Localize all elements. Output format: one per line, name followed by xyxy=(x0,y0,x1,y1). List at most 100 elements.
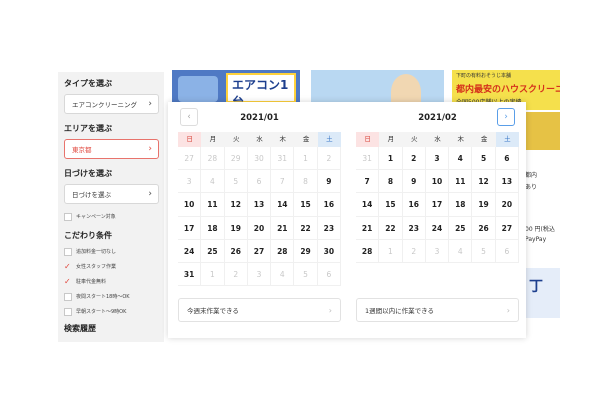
type-select-value: エアコンクリーニング xyxy=(72,101,137,109)
date-select[interactable]: 日づけを選ぶ › xyxy=(64,184,159,204)
condition-row[interactable]: ✓ 駐車代金無料 xyxy=(64,276,159,287)
calendar-day[interactable]: 20 xyxy=(495,193,519,217)
calendar-day[interactable]: 28 xyxy=(356,239,380,263)
calendar-day-disabled: 6 xyxy=(317,262,341,287)
calendar-day[interactable]: 26 xyxy=(224,239,248,263)
calendar-day[interactable]: 27 xyxy=(495,216,519,240)
calendar-day-disabled: 6 xyxy=(495,239,519,263)
calendar-day[interactable]: 17 xyxy=(425,193,450,217)
condition-row[interactable]: 追加料金一切なし xyxy=(64,246,159,257)
banner-main-text: 都内最安のハウスクリーニ xyxy=(456,85,560,95)
calendar-day[interactable]: 9 xyxy=(317,170,341,194)
calendar-day[interactable]: 12 xyxy=(224,193,248,217)
calendar-day[interactable]: 3 xyxy=(425,147,450,171)
calendar-day[interactable]: 19 xyxy=(472,193,496,217)
area-select[interactable]: 東京都 › xyxy=(64,139,159,159)
chevron-right-icon: › xyxy=(328,305,332,315)
condition-checkbox[interactable] xyxy=(64,292,72,301)
listing-image-2[interactable]: 丁 xyxy=(525,268,560,318)
calendar-day[interactable]: 18 xyxy=(449,193,473,217)
calendar-day[interactable]: 8 xyxy=(379,170,403,194)
calendar-day[interactable]: 31 xyxy=(178,262,202,287)
calendar-day[interactable]: 22 xyxy=(294,216,318,240)
calendar-day[interactable]: 13 xyxy=(495,170,519,194)
calendar-day-disabled: 27 xyxy=(178,147,202,171)
date-picker-popup: ‹ › 2021/01 2021/02 日月火水木金土 27 28 29 30 31 1 2… xyxy=(168,102,526,338)
calendar-day[interactable]: 15 xyxy=(294,193,318,217)
calendar-day-disabled: 31 xyxy=(271,147,295,171)
campaign-checkbox[interactable] xyxy=(64,212,72,221)
calendar-grid: 31 1 2 3 4 5 6 7 8 9 10 11 12 13 14 15 16 17 18 19 20 21 22 23 2… xyxy=(356,147,519,263)
calendar-day[interactable]: 14 xyxy=(356,193,380,217)
calendar-day[interactable]: 25 xyxy=(449,216,473,240)
calendar-day[interactable]: 16 xyxy=(402,193,426,217)
calendar-day[interactable]: 23 xyxy=(317,216,341,240)
calendar-day[interactable]: 23 xyxy=(402,216,426,240)
checkmark-icon[interactable]: ✓ xyxy=(64,262,72,271)
condition-row[interactable]: 夜間スタート18時～OK xyxy=(64,291,159,302)
calendar-day[interactable]: 24 xyxy=(425,216,450,240)
calendar-day[interactable]: 24 xyxy=(178,239,202,263)
campaign-label: キャンペーン対象 xyxy=(76,214,116,220)
weekday-label: 水 xyxy=(247,132,272,147)
weekend-work-button[interactable]: 今週末作業できる › xyxy=(178,298,341,322)
condition-label: 駐車代金無料 xyxy=(76,279,107,285)
campaign-checkbox-row[interactable]: キャンペーン対象 xyxy=(64,211,159,222)
listing-image[interactable] xyxy=(525,112,560,150)
calendar-day-disabled: 1 xyxy=(379,239,403,263)
weekday-header: 日月火水木金土 xyxy=(356,132,519,147)
calendar-day[interactable]: 13 xyxy=(247,193,272,217)
calendar-day[interactable]: 25 xyxy=(201,239,225,263)
search-sidebar: タイプを選ぶ エアコンクリーニング › エリアを選ぶ 東京都 › 日づけを選ぶ … xyxy=(58,72,164,342)
condition-label: 女性スタッフ作業 xyxy=(76,264,117,270)
calendar-day-disabled: 4 xyxy=(271,262,295,287)
calendar-day[interactable]: 22 xyxy=(379,216,403,240)
calendar-day-disabled: 28 xyxy=(201,147,225,171)
calendar-day[interactable]: 27 xyxy=(247,239,272,263)
calendar-day[interactable]: 11 xyxy=(449,170,473,194)
calendar-month-right: 日月火水木金土 31 1 2 3 4 5 6 7 8 9 10 11 12 13 14 15 16 17 18 19 2… xyxy=(356,132,519,263)
calendar-day[interactable]: 5 xyxy=(472,147,496,171)
calendar-day[interactable]: 7 xyxy=(356,170,380,194)
calendar-day[interactable]: 11 xyxy=(201,193,225,217)
calendar-day[interactable]: 28 xyxy=(271,239,295,263)
calendar-day[interactable]: 19 xyxy=(224,216,248,240)
calendar-day[interactable]: 18 xyxy=(201,216,225,240)
calendar-day[interactable]: 12 xyxy=(472,170,496,194)
calendar-day[interactable]: 16 xyxy=(317,193,341,217)
calendar-day[interactable]: 29 xyxy=(294,239,318,263)
calendar-day[interactable]: 21 xyxy=(271,216,295,240)
calendar-day[interactable]: 14 xyxy=(271,193,295,217)
weekday-label: 火 xyxy=(402,132,426,147)
calendar-grid: 27 28 29 30 31 1 2 3 4 5 6 7 8 9 10 11 12 13 14 15 16 17 18 19 2… xyxy=(178,147,341,287)
condition-row[interactable]: 早朝スタート～9時OK xyxy=(64,306,159,317)
calendar-day[interactable]: 9 xyxy=(402,170,426,194)
checkmark-icon[interactable]: ✓ xyxy=(64,277,72,286)
listing-text-1: 都内 xyxy=(525,172,538,179)
calendar-day[interactable]: 10 xyxy=(425,170,450,194)
calendar-day[interactable]: 17 xyxy=(178,216,202,240)
calendar-day[interactable]: 15 xyxy=(379,193,403,217)
condition-label: 追加料金一切なし xyxy=(76,249,117,255)
calendar-day[interactable]: 6 xyxy=(495,147,519,171)
listing-payment: PayPay xyxy=(525,236,547,243)
condition-checkbox[interactable] xyxy=(64,247,72,256)
calendar-day-disabled: 2 xyxy=(317,147,341,171)
condition-checkbox[interactable] xyxy=(64,307,72,316)
calendar-day[interactable]: 4 xyxy=(449,147,473,171)
listing-text-2: あり xyxy=(525,184,538,191)
calendar-day[interactable]: 1 xyxy=(379,147,403,171)
condition-label: 夜間スタート18時～OK xyxy=(76,294,130,300)
calendar-day[interactable]: 20 xyxy=(247,216,272,240)
calendar-day[interactable]: 26 xyxy=(472,216,496,240)
within-week-button[interactable]: 1週間以内に作業できる › xyxy=(356,298,519,322)
calendar-day[interactable]: 10 xyxy=(178,193,202,217)
calendar-day[interactable]: 30 xyxy=(317,239,341,263)
calendar-day-disabled: 7 xyxy=(271,170,295,194)
calendar-day[interactable]: 21 xyxy=(356,216,380,240)
type-select[interactable]: エアコンクリーニング › xyxy=(64,94,159,114)
condition-row[interactable]: ✓ 女性スタッフ作業 xyxy=(64,261,159,272)
calendar-day[interactable]: 2 xyxy=(402,147,426,171)
banner-small-text: 下町の有料おそうじ本舗 xyxy=(456,73,512,79)
condition-label: 早朝スタート～9時OK xyxy=(76,309,127,315)
